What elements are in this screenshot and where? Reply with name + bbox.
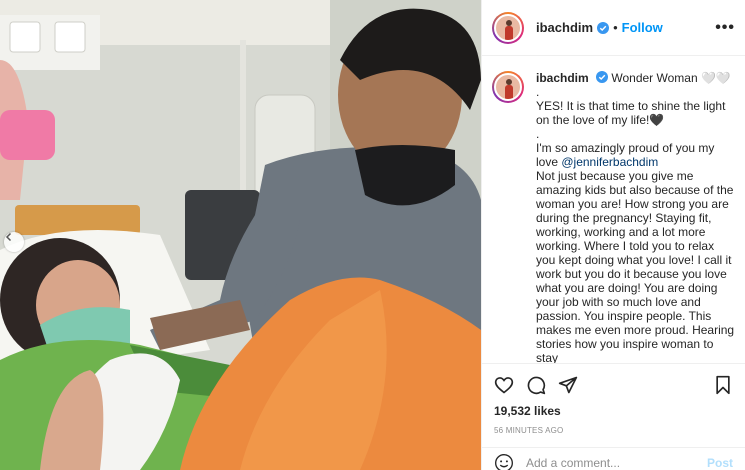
caption-row: ibachdim Wonder Woman 🤍🤍 . YES! It is th… <box>492 71 735 363</box>
verified-badge-icon <box>597 21 610 34</box>
post-timestamp[interactable]: 56 MINUTES AGO <box>494 426 733 435</box>
caption-body: Not just because you give me amazing kid… <box>536 169 735 363</box>
caption-area[interactable]: ibachdim Wonder Woman 🤍🤍 . YES! It is th… <box>482 57 745 363</box>
verified-badge-icon <box>596 71 609 83</box>
caption-avatar-image <box>494 73 522 101</box>
comment-icon <box>527 376 546 395</box>
post-photo[interactable] <box>0 0 481 470</box>
comment-input[interactable] <box>526 455 707 470</box>
bookmark-icon <box>716 375 730 395</box>
header-separator: • <box>613 20 618 35</box>
header-username[interactable]: ibachdim <box>536 20 593 35</box>
share-icon <box>558 376 578 394</box>
caption-text: ibachdim Wonder Woman 🤍🤍 . YES! It is th… <box>536 71 735 363</box>
caption-avatar[interactable] <box>492 71 524 103</box>
likes-count[interactable]: 19,532 likes <box>494 404 733 418</box>
post-comment-button[interactable]: Post <box>707 456 733 470</box>
follow-button[interactable]: Follow <box>622 20 663 35</box>
post-side-panel: ibachdim • Follow ••• ibachdim Wonder Wo… <box>481 0 745 470</box>
avatar-image <box>494 13 522 42</box>
chevron-left-icon <box>5 232 12 242</box>
heart-icon <box>494 377 514 394</box>
caption-line: . <box>536 127 540 141</box>
comment-button[interactable] <box>526 375 546 395</box>
like-button[interactable] <box>494 375 514 395</box>
caption-line: . <box>536 85 540 99</box>
avatar[interactable] <box>492 11 524 44</box>
caption-username[interactable]: ibachdim <box>536 71 589 85</box>
action-icons <box>494 374 733 396</box>
more-options-button[interactable]: ••• <box>715 19 735 36</box>
share-button[interactable] <box>558 375 578 395</box>
mention-link[interactable]: @jenniferbachdim <box>561 155 658 169</box>
comment-bar: Post <box>482 447 745 470</box>
photo-illustration <box>0 0 481 470</box>
emoji-button[interactable] <box>494 453 514 470</box>
caption-line: YES! It is that time to shine the light … <box>536 99 726 127</box>
caption-title: Wonder Woman 🤍🤍 <box>611 71 731 85</box>
post-header: ibachdim • Follow ••• <box>482 0 745 56</box>
save-button[interactable] <box>713 375 733 395</box>
post-actions: 19,532 likes 56 MINUTES AGO <box>482 363 745 435</box>
carousel-prev-button[interactable] <box>4 232 24 252</box>
smiley-icon <box>495 453 513 470</box>
